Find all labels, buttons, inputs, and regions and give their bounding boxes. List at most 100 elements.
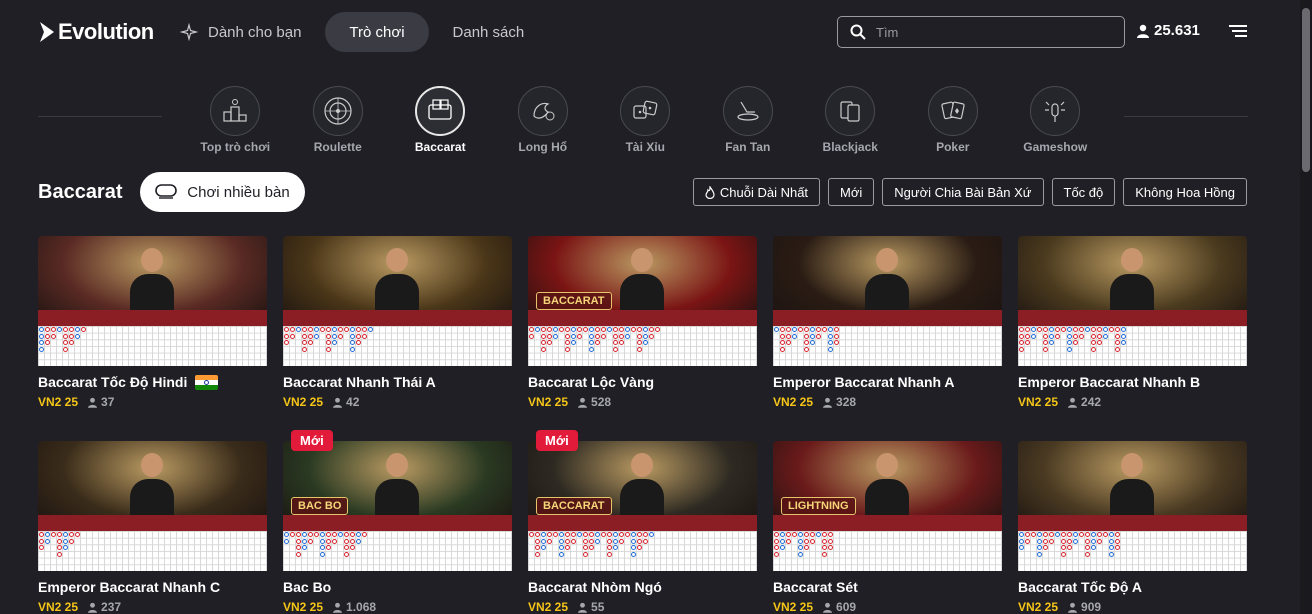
- game-name: Emperor Baccarat Nhanh B: [1018, 374, 1201, 390]
- dealer-scene: [1018, 236, 1247, 326]
- game-card[interactable]: Emperor Baccarat Nhanh C VN2 25 237: [38, 441, 267, 614]
- road-dot: [350, 545, 355, 551]
- hamburger-menu-icon[interactable]: [1229, 23, 1247, 39]
- road-dot: [601, 532, 606, 537]
- road-dot: [571, 340, 576, 346]
- new-badge: Mới: [536, 430, 578, 451]
- road-dot: [1037, 327, 1042, 332]
- filter-speed[interactable]: Tốc độ: [1051, 178, 1116, 206]
- road-dot: [786, 340, 791, 346]
- road-dot: [1115, 340, 1120, 346]
- road-dot: [284, 327, 289, 332]
- road-dot: [356, 333, 361, 339]
- road-dot: [828, 346, 833, 352]
- road-dot: [308, 327, 313, 332]
- nav-lists[interactable]: Danh sách: [429, 12, 549, 52]
- game-title: Emperor Baccarat Nhanh B: [1018, 374, 1247, 390]
- road-dot: [1091, 333, 1096, 339]
- user-icon: [1068, 602, 1078, 613]
- road-dot: [535, 532, 540, 537]
- nav-games-label: Trò chơi: [349, 23, 405, 41]
- category-blackjack[interactable]: Blackjack: [799, 86, 902, 154]
- road-dot: [1103, 532, 1108, 537]
- game-card[interactable]: Mới BACCARAT Baccarat Nhòm Ngó VN2 25 55: [528, 430, 757, 614]
- game-thumbnail: BACCARAT: [528, 236, 757, 366]
- game-card[interactable]: BACCARAT Baccarat Lộc Vàng VN2 25 528: [528, 236, 757, 409]
- game-card[interactable]: Baccarat Tốc Độ Hindi VN2 25 37: [38, 236, 267, 409]
- road-dot: [583, 327, 588, 332]
- road-dot: [332, 340, 337, 346]
- filter-new[interactable]: Mới: [828, 178, 875, 206]
- category-gameshow[interactable]: Gameshow: [1004, 86, 1107, 154]
- road-dot: [553, 532, 558, 537]
- road-dot: [547, 333, 552, 339]
- category-dragon-tiger[interactable]: Long Hổ: [492, 86, 595, 154]
- nav-for-you[interactable]: Dành cho bạn: [168, 12, 325, 52]
- road-dot: [583, 551, 588, 557]
- filter-native-dealer[interactable]: Người Chia Bài Bản Xứ: [882, 178, 1044, 206]
- category-label: Baccarat: [414, 140, 466, 154]
- road-dot: [1025, 532, 1030, 537]
- game-card[interactable]: Baccarat Nhanh Thái A VN2 25 42: [283, 236, 512, 409]
- road-dot: [565, 538, 570, 544]
- game-name: Baccarat Tốc Độ Hindi: [38, 374, 188, 390]
- road-dot: [284, 333, 289, 339]
- category-poker[interactable]: Poker: [902, 86, 1005, 154]
- road-dot: [296, 538, 301, 544]
- scroll-thumb[interactable]: [1302, 8, 1310, 172]
- road-dot: [1091, 545, 1096, 551]
- baccarat-table: [1018, 310, 1247, 326]
- category-baccarat[interactable]: Baccarat: [389, 86, 492, 154]
- multi-table-button[interactable]: Chơi nhiều bàn: [140, 172, 305, 212]
- category-top-games[interactable]: Top trò chơi: [184, 86, 287, 154]
- road-dot: [613, 346, 618, 352]
- game-card[interactable]: LIGHTNING Baccarat Sét VN2 25 609: [773, 441, 1002, 614]
- road-dot: [834, 340, 839, 346]
- page-scrollbar[interactable]: [1300, 0, 1312, 614]
- user-icon: [88, 397, 98, 408]
- road-dot: [350, 333, 355, 339]
- road-dot: [535, 327, 540, 332]
- road-dot: [51, 532, 56, 537]
- road-dot: [320, 538, 325, 544]
- evolution-logo[interactable]: Evolution: [38, 18, 154, 46]
- road-dot: [583, 545, 588, 551]
- road-dot: [344, 327, 349, 332]
- road-dot: [326, 545, 331, 551]
- road-dot: [57, 532, 62, 537]
- search-input[interactable]: [876, 24, 1106, 40]
- road-dot: [63, 327, 68, 332]
- category-fan-tan[interactable]: Fan Tan: [697, 86, 800, 154]
- road-dot: [39, 346, 44, 352]
- road-dot: [613, 538, 618, 544]
- dealer-scene: BACCARAT: [528, 236, 757, 326]
- game-card[interactable]: Mới BAC BO Bac Bo VN2 25 1.068: [283, 430, 512, 614]
- baccarat-table: [528, 310, 757, 326]
- road-dot: [45, 532, 50, 537]
- road-dot: [541, 327, 546, 332]
- game-thumbnail: [38, 236, 267, 366]
- filter-no-commission[interactable]: Không Hoa Hồng: [1123, 178, 1247, 206]
- road-dot: [39, 327, 44, 332]
- category-sic-bo[interactable]: Tài Xỉu: [594, 86, 697, 154]
- road-dot: [1097, 340, 1102, 346]
- road-dot: [362, 327, 367, 332]
- road-dot: [601, 327, 606, 332]
- road-dot: [535, 551, 540, 557]
- game-card[interactable]: Emperor Baccarat Nhanh B VN2 25 242: [1018, 236, 1247, 409]
- road-dot: [332, 538, 337, 544]
- bet-limit: VN2 25: [528, 600, 569, 614]
- nav-games[interactable]: Trò chơi: [325, 12, 429, 52]
- road-dot: [57, 327, 62, 332]
- game-card[interactable]: Emperor Baccarat Nhanh A VN2 25 328: [773, 236, 1002, 409]
- road-dot: [1091, 532, 1096, 537]
- filter-longest-streak[interactable]: Chuỗi Dài Nhất: [692, 178, 821, 206]
- game-card[interactable]: Baccarat Tốc Độ A VN2 25 909: [1018, 441, 1247, 614]
- road-dot: [338, 532, 343, 537]
- road-dot: [607, 532, 612, 537]
- player-count-value: 25.631: [1154, 22, 1200, 39]
- road-dot: [822, 538, 827, 544]
- category-roulette[interactable]: Roulette: [287, 86, 390, 154]
- game-name: Baccarat Tốc Độ A: [1018, 579, 1142, 595]
- game-name: Baccarat Nhanh Thái A: [283, 374, 436, 390]
